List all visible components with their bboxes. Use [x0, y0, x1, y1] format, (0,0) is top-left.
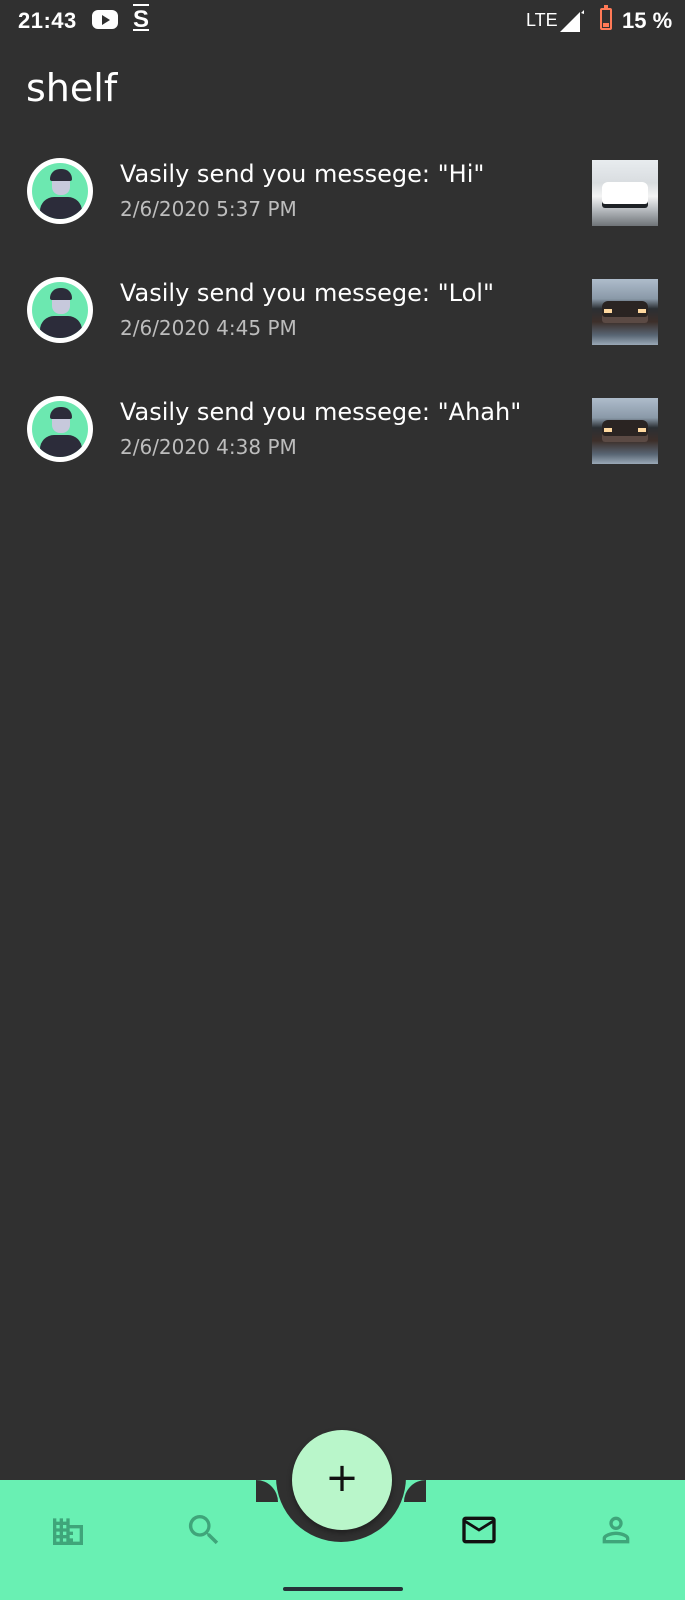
list-item[interactable]: Vasily send you messege: "Lol" 2/6/2020 … [0, 269, 685, 388]
notification-text: Vasily send you messege: "Lol" [120, 279, 495, 307]
mail-icon [462, 1516, 496, 1544]
add-button[interactable]: + [292, 1430, 392, 1530]
notification-time: 2/6/2020 5:37 PM [120, 197, 297, 221]
network-type: LTE [526, 10, 558, 30]
truck-thumbnail[interactable] [592, 398, 658, 464]
status-bar: 21:43 S LTE 15 % [0, 0, 685, 44]
s-icon: S [133, 6, 150, 33]
nav-buildings[interactable] [48, 1510, 88, 1550]
home-indicator[interactable] [283, 1587, 403, 1591]
truck-thumbnail[interactable] [592, 279, 658, 345]
battery-icon [600, 5, 612, 30]
buildings-icon [53, 1518, 83, 1545]
person-icon [602, 1516, 630, 1544]
notification-time: 2/6/2020 4:45 PM [120, 316, 297, 340]
nav-mail[interactable] [459, 1510, 499, 1550]
avatar[interactable] [27, 396, 93, 462]
car-thumbnail[interactable] [592, 160, 658, 226]
notification-list: Vasily send you messege: "Hi" 2/6/2020 5… [0, 150, 685, 507]
youtube-icon [92, 10, 118, 29]
plus-icon: + [325, 1455, 359, 1501]
list-item[interactable]: Vasily send you messege: "Hi" 2/6/2020 5… [0, 150, 685, 269]
notification-text: Vasily send you messege: "Ahah" [120, 398, 522, 426]
notification-text: Vasily send you messege: "Hi" [120, 160, 485, 188]
avatar[interactable] [27, 277, 93, 343]
notification-time: 2/6/2020 4:38 PM [120, 435, 297, 459]
search-icon [188, 1515, 219, 1545]
battery-percent: 15 % [622, 8, 673, 33]
nav-profile[interactable] [596, 1510, 636, 1550]
status-time: 21:43 [18, 8, 77, 33]
signal-icon [560, 10, 584, 32]
page-title: shelf [26, 66, 118, 110]
nav-search[interactable] [184, 1510, 224, 1550]
list-item[interactable]: Vasily send you messege: "Ahah" 2/6/2020… [0, 388, 685, 507]
avatar[interactable] [27, 158, 93, 224]
